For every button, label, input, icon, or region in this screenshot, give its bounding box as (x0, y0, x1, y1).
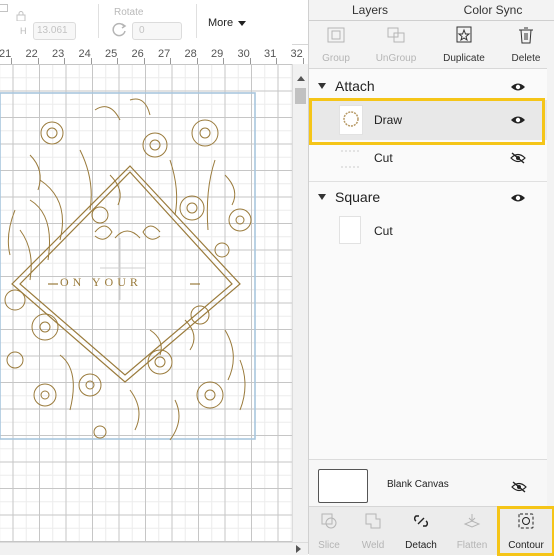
design-artwork[interactable] (0, 64, 292, 542)
ruler-tick: 31 (264, 48, 277, 60)
layers-panel: Layers Color Sync Group UnGroup Duplicat… (305, 0, 554, 556)
slice-label: Slice (318, 540, 340, 551)
ruler-tick: 26 (131, 48, 144, 60)
duplicate-icon (456, 26, 472, 43)
vertical-scrollbar[interactable] (292, 64, 309, 542)
collapse-icon[interactable] (318, 83, 326, 89)
weld-label: Weld (361, 540, 385, 551)
more-button[interactable]: More (208, 17, 247, 29)
group-name: Attach (335, 78, 375, 94)
tab-layers[interactable]: Layers (309, 0, 431, 21)
delete-label: Delete (511, 53, 541, 64)
toolbar-divider (98, 4, 99, 38)
rotate-input[interactable]: 0 (132, 22, 182, 40)
ruler-tick: 30 (237, 48, 250, 60)
eye-icon[interactable] (510, 81, 526, 93)
trash-icon (519, 27, 533, 44)
design-canvas[interactable]: ON YOUR (0, 64, 292, 542)
ruler-tick: 21 (0, 48, 12, 60)
ruler-tick: 22 (25, 48, 38, 60)
group-icon (327, 27, 345, 43)
horizontal-scrollbar[interactable] (0, 542, 308, 555)
ruler-tick: 23 (52, 48, 65, 60)
slice-icon (321, 513, 337, 529)
duplicate-label: Duplicate (443, 53, 485, 64)
layer-group-attach[interactable]: Attach (309, 75, 547, 97)
layer-thumbnail (339, 145, 361, 173)
detach-icon (414, 515, 428, 527)
group-button[interactable]: Group (306, 22, 366, 68)
ruler-tick: 24 (78, 48, 91, 60)
layer-group-square[interactable]: Square (309, 186, 547, 208)
lock-icon[interactable] (16, 8, 26, 22)
flatten-button[interactable]: Flatten (448, 506, 496, 554)
layer-label: Cut (374, 151, 393, 165)
ruler-tick: 27 (158, 48, 171, 60)
blank-canvas-row[interactable]: Blank Canvas (309, 459, 547, 507)
more-label: More (208, 17, 234, 29)
canvas-swatch[interactable] (318, 469, 368, 503)
rotate-label: Rotate (114, 7, 144, 18)
delete-button[interactable]: Delete (496, 22, 554, 68)
layer-label: Cut (374, 224, 393, 238)
ruler-tick: 28 (184, 48, 197, 60)
ruler-tick: 29 (211, 48, 224, 60)
collapse-icon[interactable] (318, 194, 326, 200)
design-text: ON YOUR (60, 275, 142, 289)
size-width-edge (0, 4, 8, 12)
layer-row-cut[interactable]: Cut (309, 141, 547, 177)
scroll-thumb[interactable] (295, 88, 306, 104)
height-input[interactable]: 13.061 (33, 22, 76, 40)
height-label: H (20, 26, 27, 36)
highlight-box (497, 506, 554, 556)
duplicate-button[interactable]: Duplicate (434, 22, 494, 68)
ungroup-label: UnGroup (375, 53, 417, 64)
toolbar-divider (196, 4, 197, 38)
edit-toolbar: H 13.061 Rotate 0 More (0, 0, 308, 45)
caret-down-icon (238, 20, 247, 26)
weld-icon (365, 513, 381, 529)
blank-canvas-label: Blank Canvas (387, 479, 449, 490)
group-label: Group (322, 53, 350, 64)
weld-button[interactable]: Weld (349, 506, 397, 554)
ruler-tick: 25 (105, 48, 118, 60)
eye-hidden-icon[interactable] (510, 152, 526, 164)
highlight-box (309, 98, 545, 145)
divider (309, 181, 547, 182)
scroll-up-icon[interactable] (297, 76, 305, 81)
slice-button[interactable]: Slice (305, 506, 353, 554)
scroll-right-icon[interactable] (296, 545, 301, 553)
flatten-label: Flatten (456, 540, 488, 551)
group-name: Square (335, 189, 381, 205)
layer-row-cut[interactable]: Cut (309, 214, 547, 250)
layer-list: Attach Draw Cut Square Cut (309, 69, 547, 459)
horizontal-ruler: 21 22 23 24 25 26 27 28 29 30 31 32 (0, 44, 304, 65)
ruler-tick: 32 (290, 48, 303, 60)
rotate-icon (112, 22, 128, 38)
detach-label: Detach (405, 540, 437, 551)
eye-hidden-icon[interactable] (511, 481, 527, 493)
ungroup-icon (387, 27, 405, 43)
ungroup-button[interactable]: UnGroup (366, 22, 426, 68)
eye-icon[interactable] (510, 192, 526, 204)
detach-button[interactable]: Detach (397, 506, 445, 554)
flatten-icon (463, 514, 481, 528)
tab-color-sync[interactable]: Color Sync (431, 0, 554, 21)
layer-thumbnail (339, 216, 361, 244)
